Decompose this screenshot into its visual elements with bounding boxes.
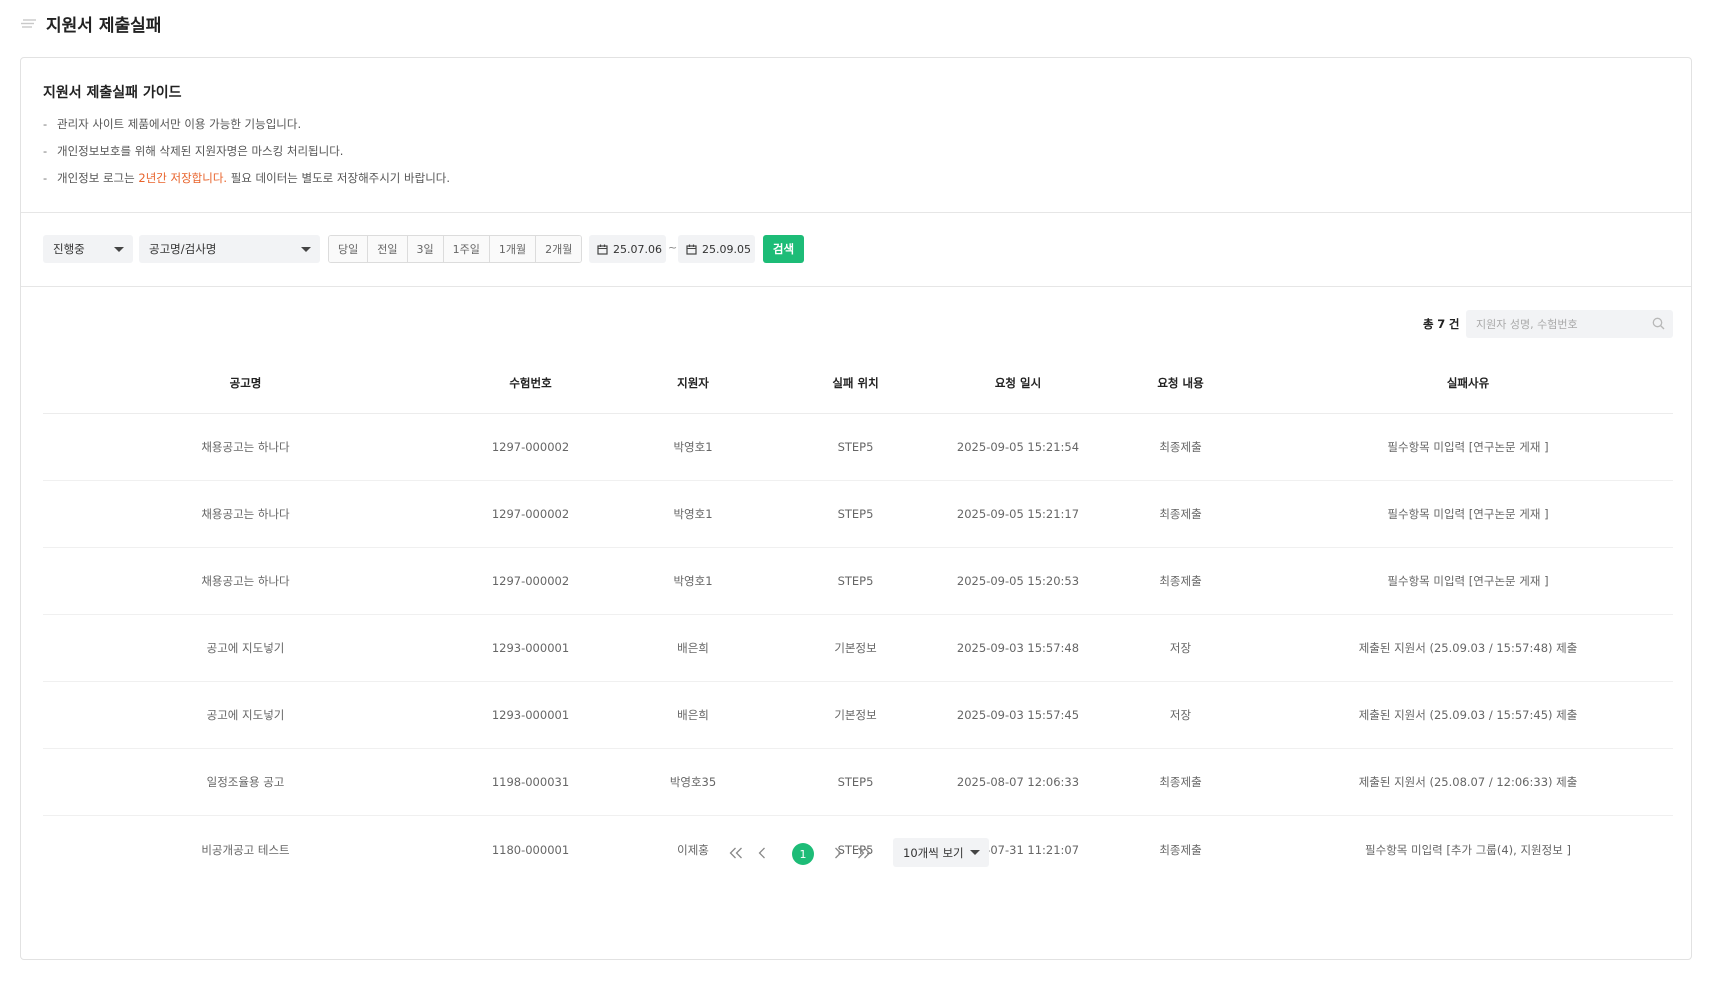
- calendar-icon: [686, 244, 697, 255]
- cell-request-time: 2025-09-05 15:20:53: [956, 574, 1080, 588]
- caret-down-icon: [301, 247, 311, 252]
- cell-exam-number: 1297-000002: [491, 574, 570, 588]
- cell-exam-number: 1293-000001: [491, 708, 570, 722]
- cell-request-type: 최종제출: [1159, 775, 1202, 789]
- guide-item: - 개인정보보호를 위해 삭제된 지원자명은 마스킹 처리됩니다.: [43, 144, 344, 158]
- cell-fail-location: STEP5: [837, 507, 874, 521]
- cell-exam-number: 1297-000002: [491, 440, 570, 454]
- cell-fail-reason: 제출된 지원서 (25.09.03 / 15:57:48) 제출: [1358, 641, 1578, 655]
- cell-request-type: 저장: [1169, 641, 1192, 655]
- cell-fail-location: STEP5: [837, 775, 874, 789]
- cell-applicant: 박영호1: [673, 507, 713, 521]
- cell-applicant: 배은희: [677, 641, 709, 655]
- page-title: 지원서 제출실패: [46, 15, 162, 36]
- cell-request-time: 2025-08-07 12:06:33: [956, 775, 1080, 789]
- guide-title: 지원서 제출실패 가이드: [43, 85, 182, 101]
- prev-page-icon[interactable]: [754, 845, 770, 861]
- table-row: 채용공고는 하나다 1297-000002 박영호1 STEP5 2025-09…: [43, 414, 1673, 481]
- header-posting: 공고명: [229, 375, 262, 390]
- date-separator: ~: [668, 241, 678, 254]
- cell-exam-number: 1297-000002: [491, 507, 570, 521]
- cell-applicant: 배은희: [677, 708, 709, 722]
- guide-section: 지원서 제출실패 가이드 - 관리자 사이트 제품에서만 이용 가능한 기능입니다…: [21, 58, 1691, 213]
- cell-applicant: 박영호1: [673, 574, 713, 588]
- header-request-time: 요청 일시: [994, 375, 1042, 390]
- cell-fail-reason: 필수항목 미입력 [연구논문 게재 ]: [1387, 507, 1549, 521]
- range-2months-button[interactable]: 2개월: [536, 236, 582, 262]
- cell-fail-location: STEP5: [837, 574, 874, 588]
- total-count: 총 7 건: [1423, 317, 1460, 331]
- cell-request-time: 2025-09-05 15:21:54: [956, 440, 1080, 454]
- cell-request-time: 2025-09-05 15:21:17: [956, 507, 1080, 521]
- caret-down-icon: [970, 850, 980, 855]
- guide-item: - 개인정보 로그는 2년간 저장합니다. 필요 데이터는 별도로 저장해주시기 …: [43, 171, 451, 185]
- main-card: 지원서 제출실패 가이드 - 관리자 사이트 제품에서만 이용 가능한 기능입니다…: [20, 57, 1692, 960]
- cell-request-type: 최종제출: [1159, 440, 1202, 454]
- search-icon[interactable]: [1652, 317, 1665, 330]
- first-page-icon[interactable]: [728, 845, 744, 861]
- failure-table: 공고명 수험번호 지원자 실패 위치 요청 일시 요청 내용 실패사유 채용공고…: [43, 352, 1673, 883]
- cell-request-time: 2025-09-03 15:57:45: [956, 708, 1080, 722]
- cell-request-type: 저장: [1169, 708, 1192, 722]
- end-date-field[interactable]: 25.09.05: [678, 235, 755, 263]
- filter-bar: 진행중 공고명/검사명 당일 전일 3일 1주일 1개월 2개월 25.07.0…: [21, 213, 1691, 287]
- cell-posting: 공고에 지도넣기: [206, 708, 285, 722]
- cell-posting: 채용공고는 하나다: [201, 507, 290, 521]
- table-row: 채용공고는 하나다 1297-000002 박영호1 STEP5 2025-09…: [43, 548, 1673, 615]
- table-row: 공고에 지도넣기 1293-000001 배은희 기본정보 2025-09-03…: [43, 615, 1673, 682]
- cell-fail-reason: 제출된 지원서 (25.09.03 / 15:57:45) 제출: [1358, 708, 1578, 722]
- cell-posting: 공고에 지도넣기: [206, 641, 285, 655]
- header-fail-reason: 실패사유: [1446, 375, 1490, 390]
- header-exam-number: 수험번호: [509, 375, 552, 390]
- guide-item: - 관리자 사이트 제품에서만 이용 가능한 기능입니다.: [43, 117, 302, 131]
- last-page-icon[interactable]: [856, 845, 872, 861]
- range-1month-button[interactable]: 1개월: [489, 236, 537, 262]
- cell-fail-location: 기본정보: [834, 641, 877, 655]
- table-row: 공고에 지도넣기 1293-000001 배은희 기본정보 2025-09-03…: [43, 682, 1673, 749]
- header-fail-location: 실패 위치: [832, 375, 879, 390]
- start-date-field[interactable]: 25.07.06: [589, 235, 666, 263]
- status-select[interactable]: 진행중: [43, 235, 133, 263]
- calendar-icon: [597, 244, 608, 255]
- table-row: 일정조율용 공고 1198-000031 박영호35 STEP5 2025-08…: [43, 749, 1673, 816]
- cell-fail-location: STEP5: [837, 440, 874, 454]
- cell-exam-number: 1198-000031: [491, 775, 570, 789]
- range-today-button[interactable]: 당일: [329, 236, 369, 262]
- retention-highlight: 2년간 저장합니다.: [138, 171, 228, 185]
- cell-request-type: 최종제출: [1159, 507, 1202, 521]
- pagination: 1 10개씩 보기: [21, 838, 1691, 868]
- cell-fail-location: 기본정보: [834, 708, 877, 722]
- table-row: 채용공고는 하나다 1297-000002 박영호1 STEP5 2025-09…: [43, 481, 1673, 548]
- cell-request-type: 최종제출: [1159, 574, 1202, 588]
- cell-fail-reason: 필수항목 미입력 [연구논문 게재 ]: [1387, 440, 1549, 454]
- next-page-icon[interactable]: [830, 845, 846, 861]
- range-3days-button[interactable]: 3일: [407, 236, 444, 262]
- applicant-search-box: [1466, 310, 1673, 338]
- cell-posting: 채용공고는 하나다: [201, 440, 290, 454]
- date-range-group: 당일 전일 3일 1주일 1개월 2개월: [328, 235, 583, 263]
- cell-fail-reason: 필수항목 미입력 [연구논문 게재 ]: [1387, 574, 1549, 588]
- header-applicant: 지원자: [677, 375, 709, 390]
- search-type-select[interactable]: 공고명/검사명: [139, 235, 320, 263]
- per-page-select[interactable]: 10개씩 보기: [893, 838, 989, 867]
- search-button[interactable]: 검색: [763, 235, 804, 263]
- range-yesterday-button[interactable]: 전일: [368, 236, 408, 262]
- cell-request-time: 2025-09-03 15:57:48: [956, 641, 1080, 655]
- page-1-button[interactable]: 1: [792, 843, 814, 865]
- cell-posting: 일정조율용 공고: [206, 775, 285, 789]
- cell-applicant: 박영호35: [669, 775, 717, 789]
- table-header: 공고명 수험번호 지원자 실패 위치 요청 일시 요청 내용 실패사유: [43, 352, 1673, 414]
- cell-applicant: 박영호1: [673, 440, 713, 454]
- applicant-search-input[interactable]: [1466, 310, 1646, 338]
- range-1week-button[interactable]: 1주일: [443, 236, 490, 262]
- menu-lines-icon: [20, 16, 38, 30]
- cell-posting: 채용공고는 하나다: [201, 574, 290, 588]
- guide-list: - 관리자 사이트 제품에서만 이용 가능한 기능입니다. - 개인정보보호를 위해…: [43, 115, 450, 196]
- caret-down-icon: [114, 247, 124, 252]
- cell-fail-reason: 제출된 지원서 (25.08.07 / 12:06:33) 제출: [1358, 775, 1578, 789]
- cell-exam-number: 1293-000001: [491, 641, 570, 655]
- header-request-type: 요청 내용: [1157, 375, 1204, 390]
- page-header: 지원서 제출실패: [20, 10, 161, 36]
